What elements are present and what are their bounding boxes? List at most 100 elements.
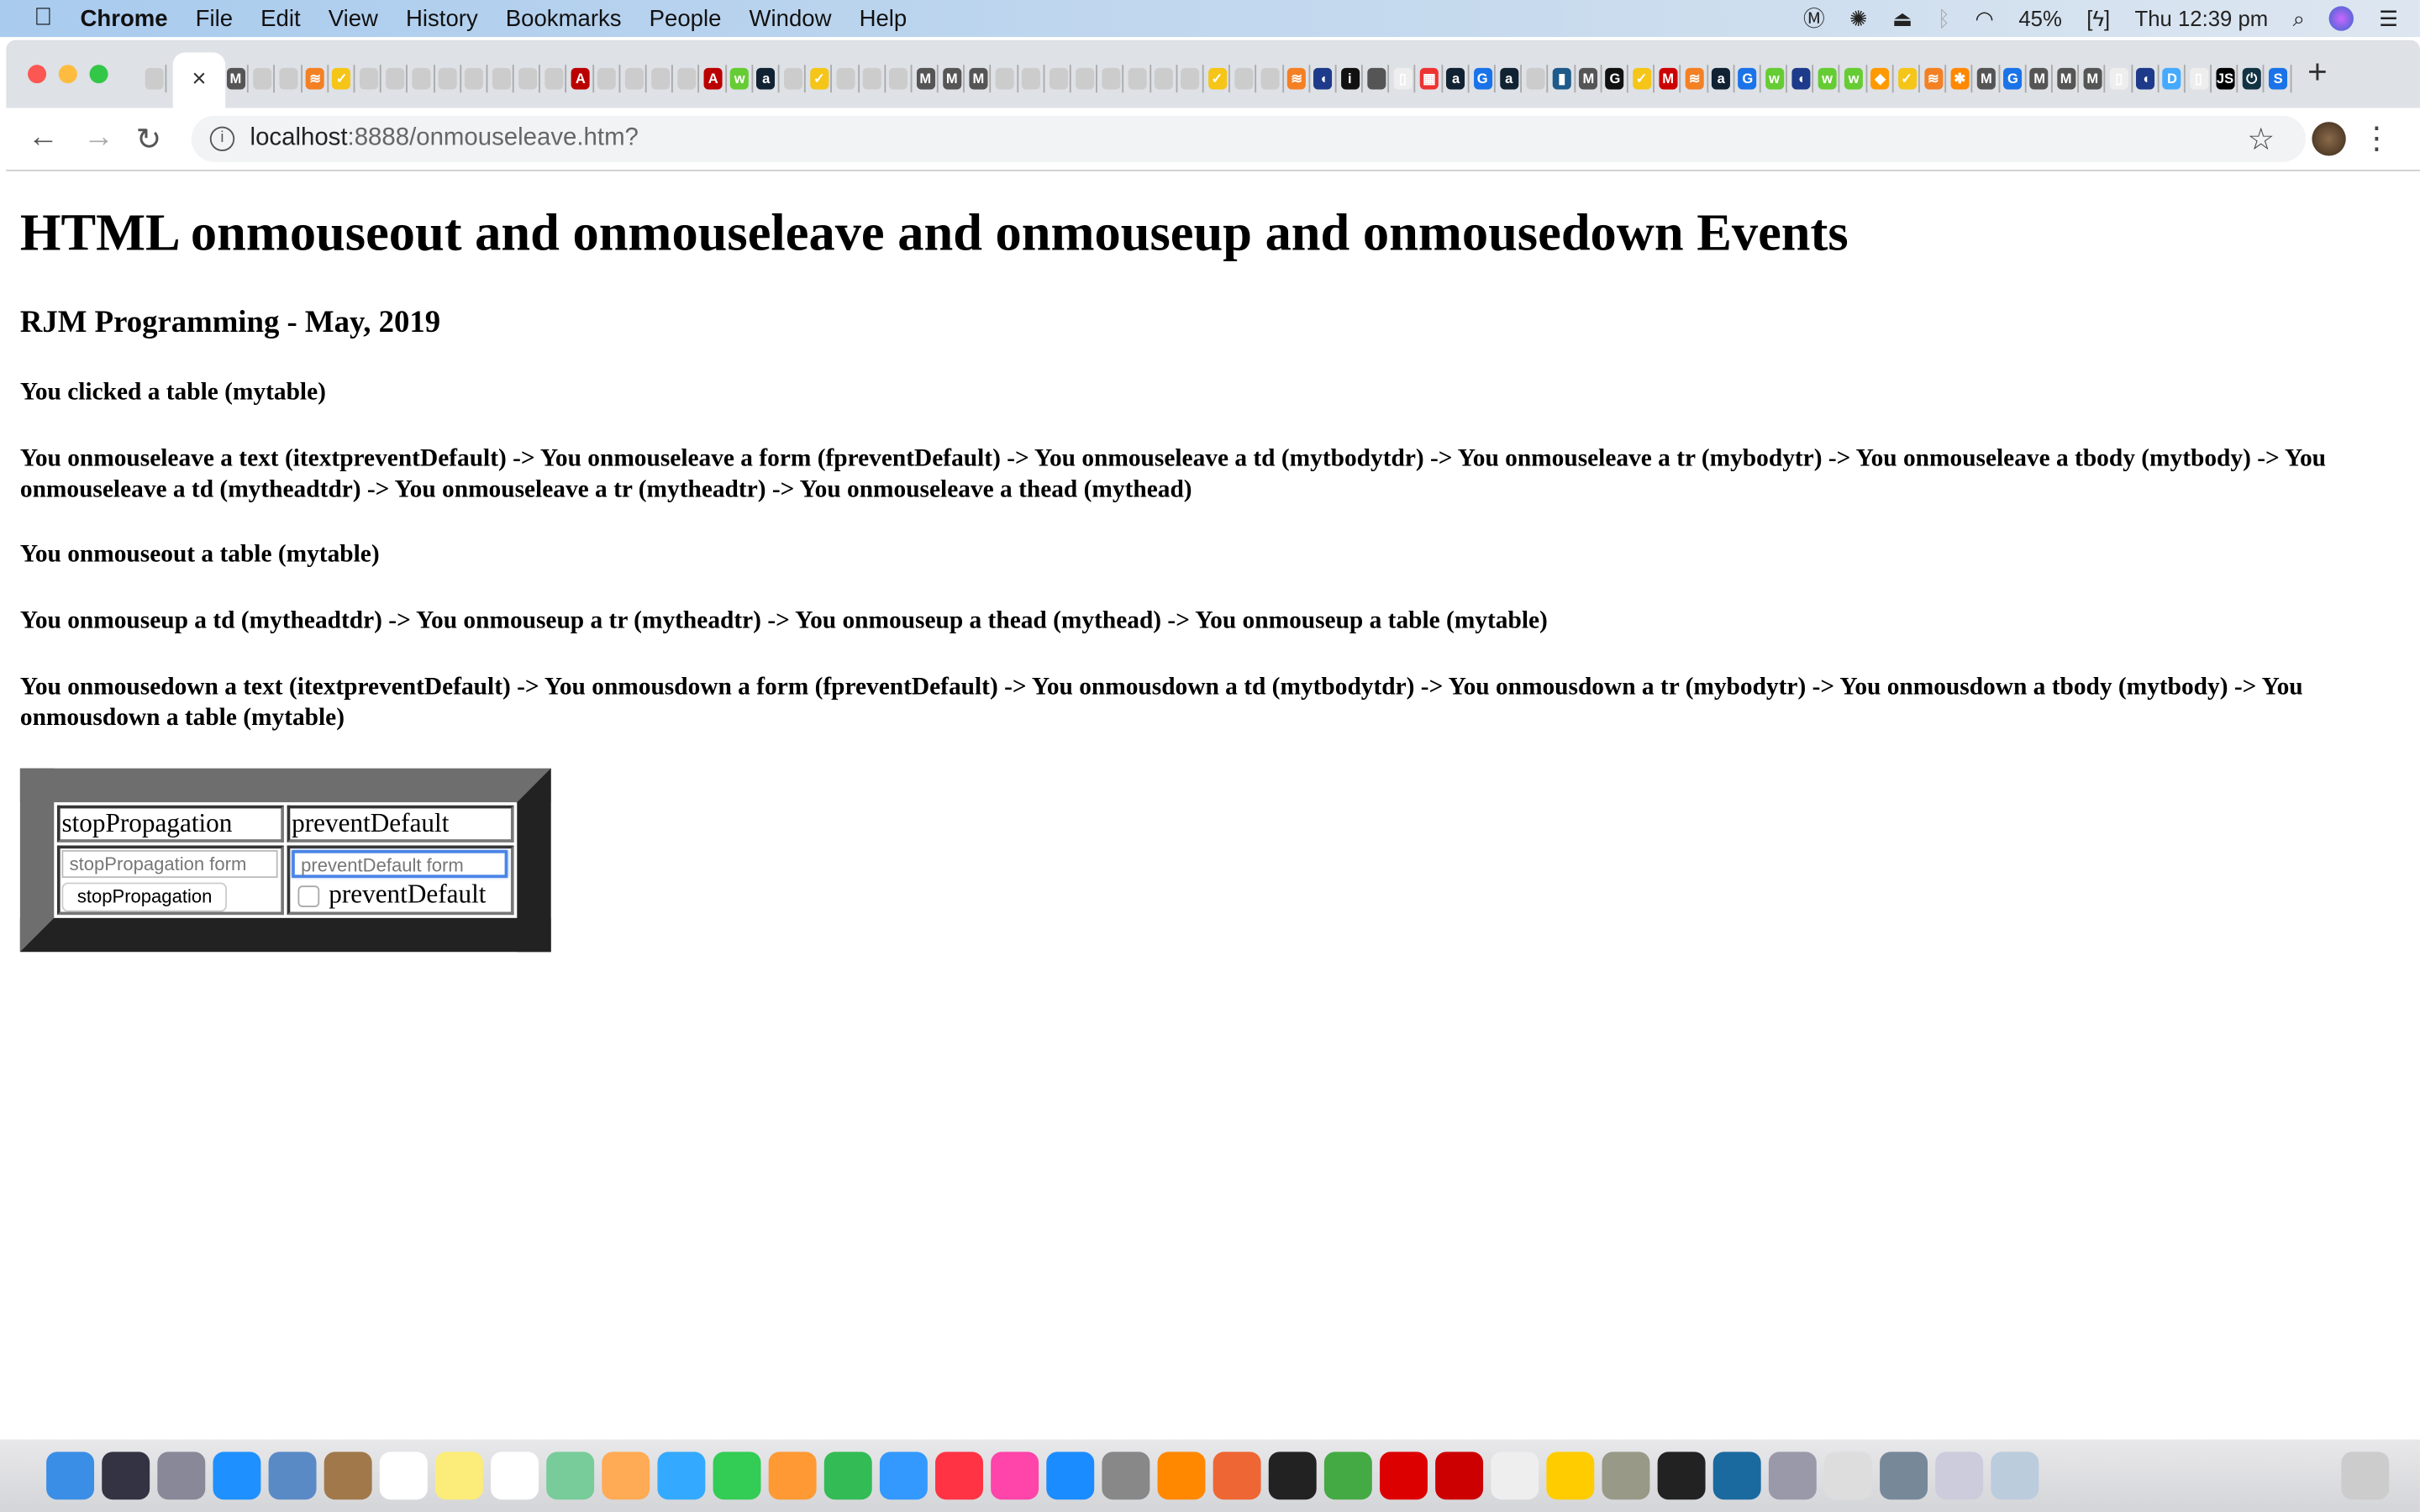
tab-favicon[interactable]: [781, 65, 806, 93]
battery-icon[interactable]: [ϟ]: [2086, 6, 2110, 30]
tab-favicon[interactable]: ▯: [2187, 65, 2212, 93]
profile-avatar[interactable]: [2312, 122, 2346, 156]
clock[interactable]: Thu 12:39 pm: [2135, 6, 2269, 30]
tab-favicon[interactable]: ≋: [303, 65, 329, 93]
tab-favicon[interactable]: w: [728, 65, 753, 93]
malwarebytes-icon[interactable]: Ⓜ: [1803, 3, 1825, 34]
safari-icon[interactable]: [213, 1452, 261, 1500]
facetime-icon[interactable]: [713, 1452, 761, 1500]
tab-favicon[interactable]: ◖: [2134, 65, 2159, 93]
tab-favicon[interactable]: ◖: [1312, 65, 1337, 93]
tab-favicon[interactable]: [1099, 65, 1124, 93]
menu-history[interactable]: History: [406, 5, 478, 31]
quicktime-icon[interactable]: [1712, 1452, 1761, 1500]
tab-favicon[interactable]: ✓: [330, 65, 355, 93]
notification-center-icon[interactable]: ☰: [2379, 5, 2398, 31]
tab-favicon[interactable]: w: [1816, 65, 1841, 93]
head-cell-preventdefault[interactable]: preventDefault: [287, 805, 514, 843]
mail-icon[interactable]: [268, 1452, 317, 1500]
tab-active[interactable]: ×: [172, 52, 226, 108]
launchpad-icon[interactable]: [157, 1452, 206, 1500]
tab-favicon[interactable]: JS: [2213, 65, 2238, 93]
avast-icon[interactable]: ✺: [1849, 5, 1868, 31]
tab-favicon[interactable]: [1365, 65, 1390, 93]
stoppropagation-input[interactable]: stopPropagation form: [61, 850, 278, 879]
wifi-icon[interactable]: ◠: [1975, 5, 1994, 31]
tab-favicon[interactable]: w: [1842, 65, 1867, 93]
tab-favicon[interactable]: ▦: [1418, 65, 1443, 93]
tab-favicon[interactable]: i: [1339, 65, 1363, 93]
tab-favicon[interactable]: [675, 65, 700, 93]
tab-favicon[interactable]: a: [1709, 65, 1734, 93]
close-tab-icon[interactable]: ×: [192, 66, 206, 92]
tab-favicon[interactable]: M: [1577, 65, 1602, 93]
tab-favicon[interactable]: [1259, 65, 1284, 93]
tab-favicon[interactable]: [410, 65, 435, 93]
menu-help[interactable]: Help: [860, 5, 908, 31]
reminders-icon[interactable]: [491, 1452, 539, 1500]
phpstorm-icon[interactable]: [1268, 1452, 1317, 1500]
tab-favicon[interactable]: ≋: [1922, 65, 1947, 93]
notefile-icon[interactable]: [324, 1452, 372, 1500]
numbers-icon[interactable]: [823, 1452, 872, 1500]
tab-favicon[interactable]: [1046, 65, 1071, 93]
tab-favicon[interactable]: [1126, 65, 1151, 93]
tab-favicon[interactable]: [1524, 65, 1549, 93]
tab-favicon[interactable]: M: [967, 65, 992, 93]
tab-favicon[interactable]: D: [2160, 65, 2186, 93]
apple-icon[interactable]: : [34, 5, 52, 33]
tab-favicon[interactable]: ≋: [1683, 65, 1708, 93]
tab-favicon[interactable]: [622, 65, 647, 93]
siri-icon[interactable]: [2329, 6, 2354, 31]
tab-favicon[interactable]: ✓: [1206, 65, 1231, 93]
system-preferences-icon[interactable]: [1102, 1452, 1150, 1500]
tab-favicon[interactable]: M: [224, 65, 250, 93]
cyberduck-icon[interactable]: [1546, 1452, 1595, 1500]
sequel-icon[interactable]: [1491, 1452, 1539, 1500]
tab-favicon[interactable]: ✓: [808, 65, 833, 93]
tab-favicon[interactable]: S: [2266, 65, 2291, 93]
textedit-icon[interactable]: [1823, 1452, 1872, 1500]
address-bar[interactable]: i localhost:8888/onmouseleave.htm?: [191, 115, 2307, 162]
tab-favicon[interactable]: A: [702, 65, 727, 93]
tab-favicon[interactable]: ✱: [1949, 65, 1973, 93]
messages-icon[interactable]: [657, 1452, 706, 1500]
tab-favicon[interactable]: a: [755, 65, 780, 93]
tab-favicon[interactable]: [436, 65, 461, 93]
vlc-icon[interactable]: [1157, 1452, 1206, 1500]
new-tab-button[interactable]: +: [2307, 52, 2328, 92]
tab-favicon[interactable]: M: [2081, 65, 2106, 93]
chrome-icon[interactable]: [1323, 1452, 1372, 1500]
tab-favicon[interactable]: ◖: [1789, 65, 1814, 93]
tab-favicon[interactable]: [516, 65, 541, 93]
tab-favicon[interactable]: [649, 65, 674, 93]
terminal-icon[interactable]: [1657, 1452, 1706, 1500]
close-window-button[interactable]: [28, 65, 47, 84]
menu-view[interactable]: View: [329, 5, 378, 31]
folder-icon[interactable]: [1880, 1452, 1928, 1500]
tab-favicon[interactable]: [357, 65, 381, 93]
finder-icon[interactable]: [46, 1452, 95, 1500]
mytable-outset-frame[interactable]: stopPropagation preventDefault stopPropa…: [19, 768, 551, 953]
tab-favicon[interactable]: ▯: [1392, 65, 1417, 93]
airplay-icon[interactable]: ⏏: [1892, 5, 1912, 31]
head-cell-stoppropagation[interactable]: stopPropagation: [56, 805, 284, 843]
mytable[interactable]: stopPropagation preventDefault stopPropa…: [54, 802, 517, 918]
battery-percent[interactable]: 45%: [2018, 6, 2061, 30]
preventdefault-checkbox[interactable]: [297, 885, 320, 908]
tab-favicon[interactable]: [1020, 65, 1045, 93]
news-icon[interactable]: [935, 1452, 983, 1500]
tab-favicon[interactable]: [542, 65, 567, 93]
tab-favicon[interactable]: [142, 65, 167, 93]
tab-favicon[interactable]: [887, 65, 913, 93]
bluetooth-icon[interactable]: ᛒ: [1938, 6, 1950, 30]
tab-favicon[interactable]: [1153, 65, 1177, 93]
tab-favicon[interactable]: [1073, 65, 1098, 93]
firefox-icon[interactable]: [1213, 1452, 1261, 1500]
preventdefault-input[interactable]: preventDefault form: [292, 850, 508, 879]
siri-icon[interactable]: [102, 1452, 150, 1500]
tab-favicon[interactable]: [1232, 65, 1257, 93]
tab-favicon[interactable]: w: [1763, 65, 1788, 93]
notes-icon[interactable]: [434, 1452, 483, 1500]
pages-icon[interactable]: [768, 1452, 817, 1500]
